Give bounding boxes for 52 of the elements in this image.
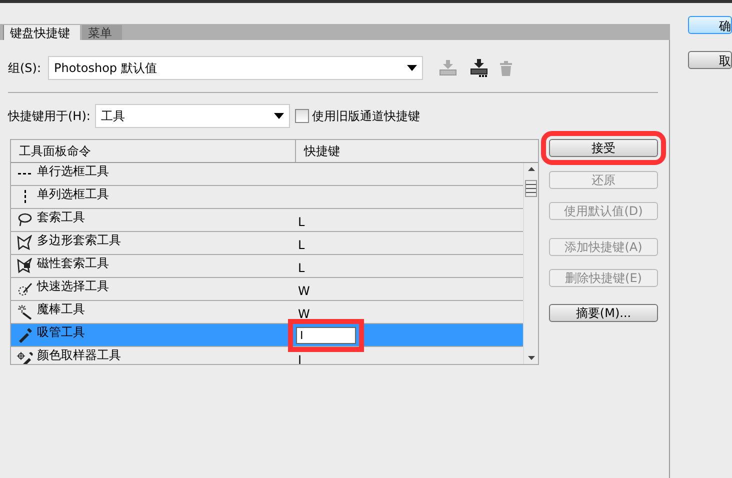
column-header[interactable]: 工具面板命令 xyxy=(11,140,296,162)
tool-icon xyxy=(17,350,33,364)
tool-icon xyxy=(17,327,33,343)
tool-icon xyxy=(24,189,26,205)
shortcut-text: W xyxy=(297,306,310,323)
caret-icon xyxy=(407,65,417,71)
table-row[interactable]: 快速选择工具 W xyxy=(11,278,523,301)
tool-icon xyxy=(17,235,33,251)
table-row[interactable]: 单列选框工具 xyxy=(11,186,523,209)
group-select[interactable]: Photoshop 默认值 xyxy=(48,56,423,80)
side-button[interactable]: 摘要(M)... xyxy=(549,304,658,322)
table-row[interactable]: 多边形套索工具 L xyxy=(11,232,523,255)
command-text: 单行选框工具 xyxy=(37,163,109,180)
command-text: 套索工具 xyxy=(37,209,85,226)
tab[interactable]: 键盘快捷键 xyxy=(3,25,80,40)
dialog-button[interactable]: 确 xyxy=(688,16,732,34)
table-row[interactable]: 磁性套索工具 L xyxy=(11,255,523,278)
command-text: 吸管工具 xyxy=(37,324,85,341)
caret-icon xyxy=(274,113,284,119)
tool-icon xyxy=(17,212,33,228)
command-text: 颜色取样器工具 xyxy=(37,347,121,364)
group-label: 组(S): xyxy=(8,60,42,77)
legacy-checkbox[interactable] xyxy=(295,109,309,123)
table-row[interactable]: 套索工具 L xyxy=(11,209,523,232)
command-text: 魔棒工具 xyxy=(37,301,85,318)
checkbox-label: 使用旧版通道快捷键 xyxy=(312,108,420,125)
command-text: 磁性套索工具 xyxy=(37,255,109,272)
column-header[interactable]: 快捷键 xyxy=(296,140,340,162)
shortcuts-for-select[interactable]: 工具 xyxy=(95,104,290,128)
table-row[interactable]: 单行选框工具 xyxy=(11,163,523,186)
tool-icon xyxy=(17,281,33,297)
table-row[interactable]: 颜色取样器工具 I xyxy=(11,347,523,364)
dialog-button[interactable]: 取 xyxy=(688,51,732,69)
shortcut-text: L xyxy=(297,214,305,231)
command-text: 多边形套索工具 xyxy=(37,232,121,249)
shortcut-text: I xyxy=(297,352,302,364)
shortcuts-for-label: 快捷键用于(H): xyxy=(8,108,92,125)
tab[interactable]: 菜单 xyxy=(82,25,122,40)
tool-icon xyxy=(17,304,33,320)
tool-icon xyxy=(17,258,33,274)
tool-icon xyxy=(17,172,33,176)
command-text: 快速选择工具 xyxy=(37,278,109,295)
table-row[interactable]: 吸管工具 I xyxy=(11,324,523,347)
shortcut-text: L xyxy=(297,237,305,254)
scroll-thumb[interactable] xyxy=(525,180,537,197)
shortcut-text: W xyxy=(297,283,310,300)
scrollbar[interactable] xyxy=(523,163,538,364)
scroll-up-icon[interactable] xyxy=(528,167,534,171)
command-text: 单列选框工具 xyxy=(37,186,109,203)
save-icon[interactable] xyxy=(470,59,488,77)
scroll-down-icon[interactable] xyxy=(528,356,534,360)
shortcut-text: L xyxy=(297,260,305,277)
